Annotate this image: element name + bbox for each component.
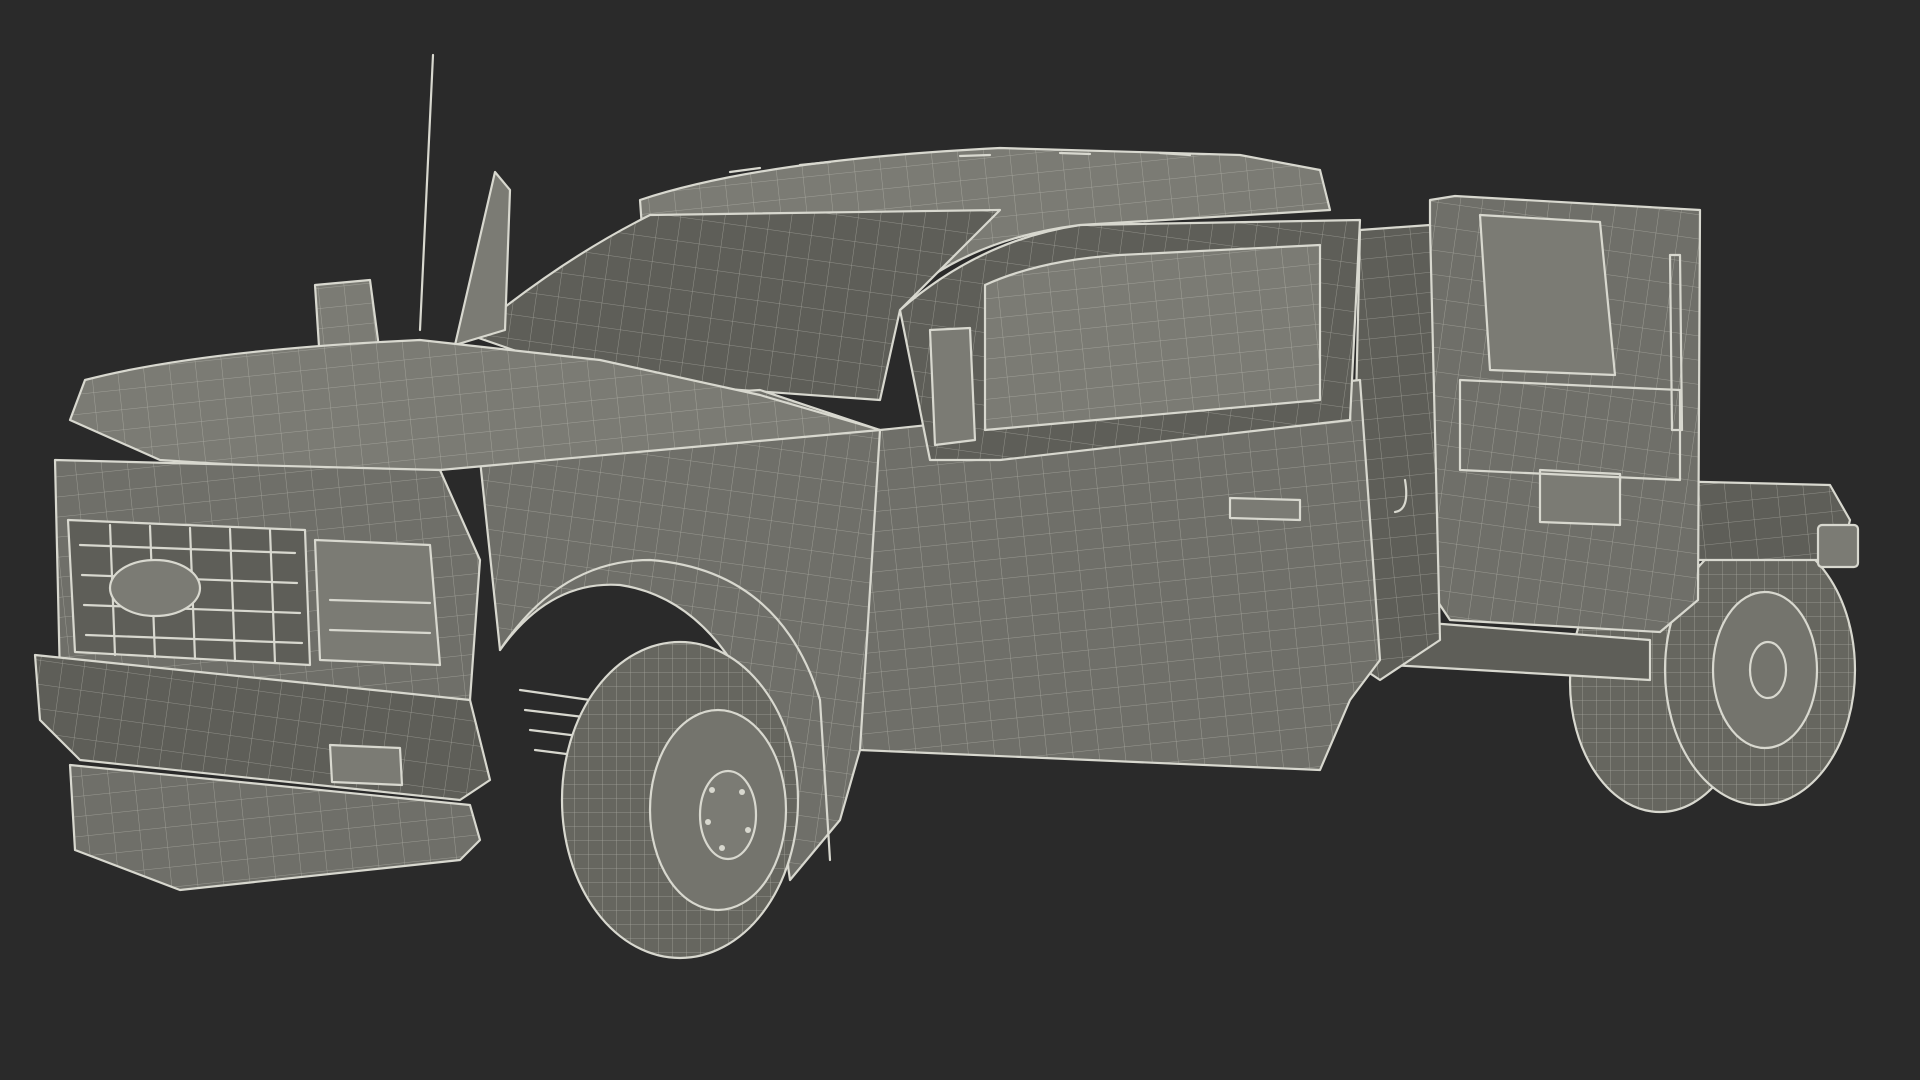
front-grille (66, 518, 312, 667)
headlight (313, 538, 442, 667)
front-wheel (560, 640, 800, 960)
side-mirror-left (313, 170, 512, 364)
rear-door-open (1428, 194, 1702, 634)
antenna (418, 53, 435, 332)
truck-wireframe-render (33, 53, 1860, 960)
side-mirror-right (928, 326, 977, 447)
render-viewport (0, 0, 1920, 1080)
